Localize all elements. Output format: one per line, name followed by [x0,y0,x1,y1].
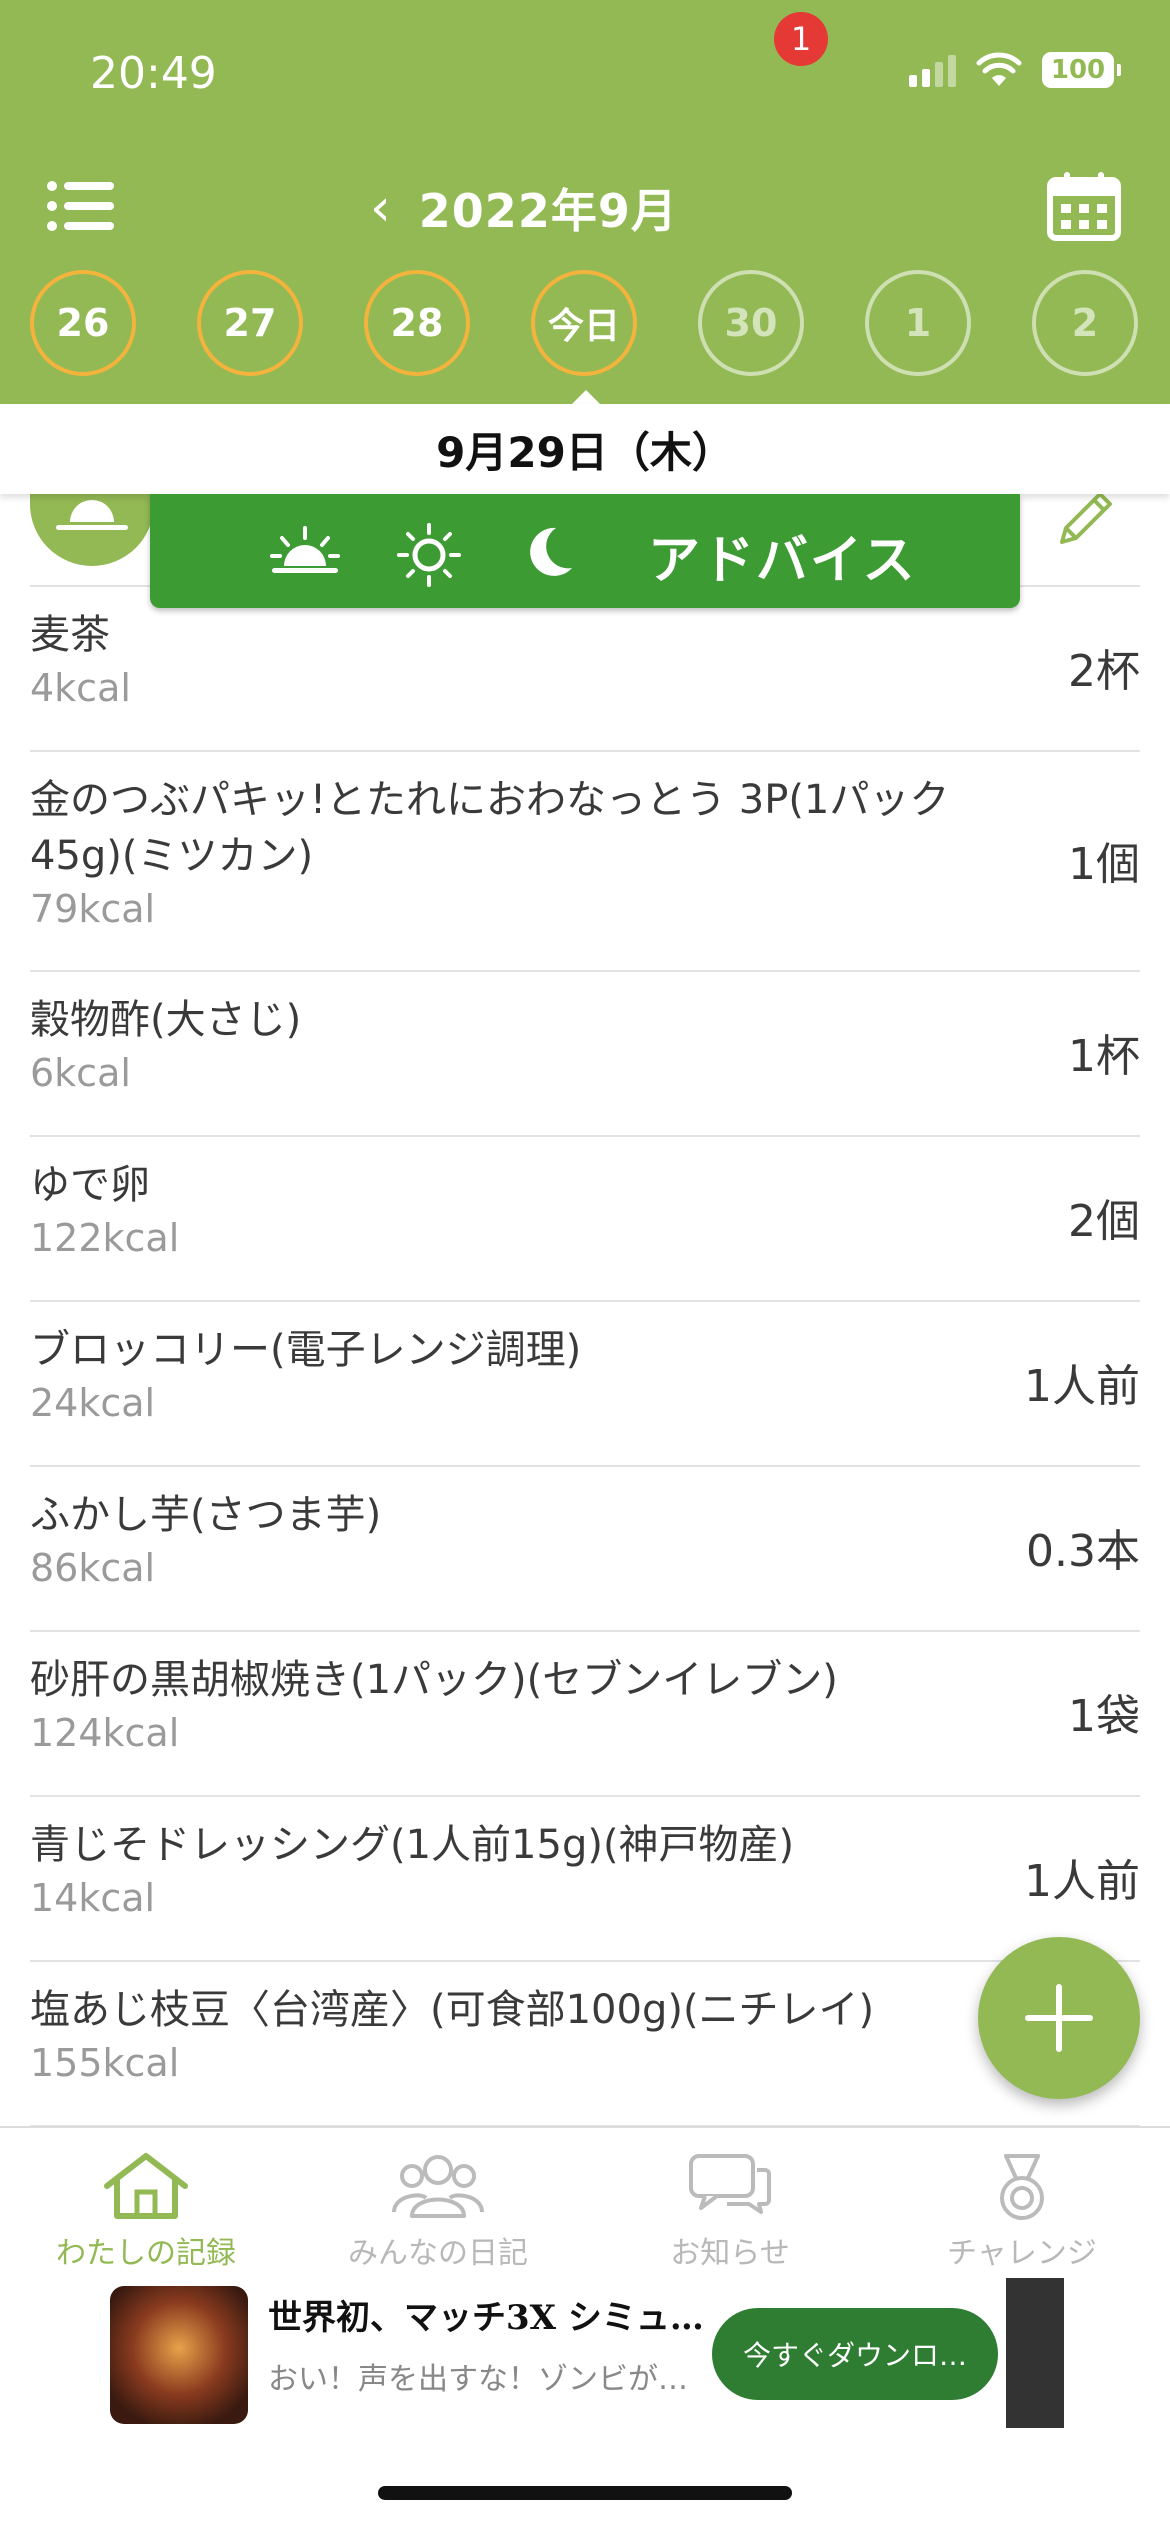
food-name: 麦茶 [30,612,110,658]
calendar-icon[interactable] [1046,170,1122,242]
food-row[interactable]: 金のつぶパキッ!とたれにおわなっとう 3P(1パック45g)(ミツカン) 79k… [30,752,1140,972]
home-icon [104,2153,188,2219]
wifi-icon [976,52,1022,86]
food-kcal: 14kcal [30,1876,156,1920]
food-kcal: 124kcal [30,1711,180,1755]
home-indicator[interactable] [378,2486,792,2500]
day-30[interactable]: 30 [698,270,804,376]
cellular-signal-icon [909,53,956,87]
moon-icon[interactable] [522,522,578,582]
ad-game-thumbnail[interactable] [110,2286,248,2424]
food-quantity: 1杯 [1068,1031,1140,1082]
food-kcal: 4kcal [30,666,131,710]
bottom-tab-bar: わたしの記録 みんなの日記 お知らせ チャレンジ [0,2126,1170,2278]
food-name: 砂肝の黒胡椒焼き(1パック)(セブンイレブン) [30,1657,838,1703]
tab-label: みんなの日記 [348,2236,528,2271]
food-row[interactable]: 塩あじ枝豆〈台湾産〉(可食部100g)(ニチレイ) 155kcal [30,1962,1140,2127]
previous-month-chevron-icon[interactable]: ‹ [370,182,391,234]
edit-pencil-icon[interactable] [1052,486,1118,552]
food-quantity: 0.3本 [1026,1526,1140,1577]
day-2[interactable]: 2 [1032,270,1138,376]
status-time: 20:49 [90,48,217,99]
status-icons: 100 [909,52,1121,88]
food-row[interactable]: ふかし芋(さつま芋) 86kcal 0.3本 [30,1467,1140,1632]
selected-date: 9月29日（木） [436,427,734,477]
day-1[interactable]: 1 [865,270,971,376]
food-quantity: 1人前 [1024,1856,1140,1907]
food-name: 青じそドレッシング(1人前15g)(神戸物産) [30,1822,795,1868]
ad-banner[interactable]: 世界初、マッチ3X シミュ… おい！声を出すな！ゾンビが… 今すぐダウンロ… [0,2278,1170,2428]
food-kcal: 155kcal [30,2041,180,2085]
sunrise-icon[interactable] [270,522,340,578]
day-28[interactable]: 28 [364,270,470,376]
food-row[interactable]: 砂肝の黒胡椒焼き(1パック)(セブンイレブン) 124kcal 1袋 [30,1632,1140,1797]
food-quantity: 2杯 [1068,646,1140,697]
battery-icon: 100 [1042,52,1121,88]
food-row[interactable]: 穀物酢(大さじ) 6kcal 1杯 [30,972,1140,1137]
food-quantity: 2個 [1068,1196,1140,1247]
food-row[interactable]: 青じそドレッシング(1人前15g)(神戸物産) 14kcal 1人前 [30,1797,1140,1962]
food-kcal: 6kcal [30,1051,131,1095]
app-header: 20:49 100 ‹ 2022年9月 26 27 28 今日 30 1 2 [0,0,1170,404]
advice-bar[interactable]: アドバイス [150,494,1020,608]
tab-label: お知らせ [670,2236,790,2271]
food-name: ブロッコリー(電子レンジ調理) [30,1327,582,1373]
ad-subtitle[interactable]: おい！声を出すな！ゾンビが… [268,2354,688,2398]
food-name: ふかし芋(さつま芋) [30,1492,382,1538]
medal-icon [1000,2154,1044,2220]
chat-icon [689,2154,771,2214]
food-row[interactable]: ブロッコリー(電子レンジ調理) 24kcal 1人前 [30,1302,1140,1467]
tab-challenge[interactable]: チャレンジ [876,2128,1168,2280]
food-row[interactable]: 麦茶 4kcal 2杯 [30,587,1140,752]
day-26[interactable]: 26 [30,270,136,376]
tab-my-record[interactable]: わたしの記録 [0,2128,292,2280]
day-today[interactable]: 今日 [531,270,637,376]
day-27[interactable]: 27 [197,270,303,376]
add-food-button[interactable] [978,1937,1140,2099]
sunrise-icon [56,500,128,530]
selected-date-bar: 9月29日（木） [0,404,1170,494]
food-kcal: 86kcal [30,1546,156,1590]
advice-label[interactable]: アドバイス [648,518,916,593]
people-icon [392,2155,484,2218]
food-name: 穀物酢(大さじ) [30,997,302,1043]
tab-label: わたしの記録 [56,2236,236,2271]
food-quantity: 1袋 [1068,1691,1140,1742]
day-strip: 26 27 28 今日 30 1 2 [0,270,1170,382]
food-kcal: 79kcal [30,887,156,931]
food-kcal: 24kcal [30,1381,156,1425]
food-kcal: 122kcal [30,1216,180,1260]
ad-title[interactable]: 世界初、マッチ3X シミュ… [268,2290,704,2339]
food-name: ゆで卵 [30,1162,150,1208]
food-name: 金のつぶパキッ!とたれにおわなっとう 3P(1パック45g)(ミツカン) [30,777,950,879]
month-navigator: ‹ 2022年9月 [370,175,678,241]
tab-everyone-diary[interactable]: みんなの日記 [292,2128,584,2280]
tab-label: チャレンジ [947,2236,1097,2271]
food-list: 麦茶 4kcal 2杯 金のつぶパキッ!とたれにおわなっとう 3P(1パック45… [30,585,1140,2127]
ad-download-button[interactable]: 今すぐダウンロ… [712,2308,998,2400]
sun-icon[interactable] [396,522,462,588]
food-name: 塩あじ枝豆〈台湾産〉(可食部100g)(ニチレイ) [30,1987,875,2033]
tab-notifications[interactable]: お知らせ [584,2128,876,2280]
food-quantity: 1人前 [1024,1361,1140,1412]
notification-count-badge: 1 [774,12,828,66]
plus-icon [1025,1984,1093,2052]
menu-list-icon[interactable] [46,178,116,234]
food-row[interactable]: ゆで卵 122kcal 2個 [30,1137,1140,1302]
month-title: 2022年9月 [418,184,678,238]
food-quantity: 1個 [1068,839,1140,890]
ad-side-panel [1006,2278,1064,2428]
